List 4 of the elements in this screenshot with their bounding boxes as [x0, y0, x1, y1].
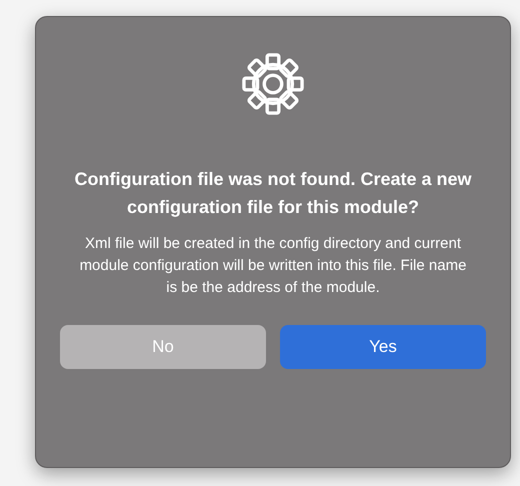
gear-icon: [242, 53, 304, 115]
yes-button[interactable]: Yes: [280, 325, 486, 369]
dialog-title: Configuration file was not found. Create a new configuration file for this module?: [73, 168, 473, 219]
dialog-message: Xml file will be created in the config directory and current module configuration will be written into this file. File name is be the address of the module.: [78, 234, 468, 298]
